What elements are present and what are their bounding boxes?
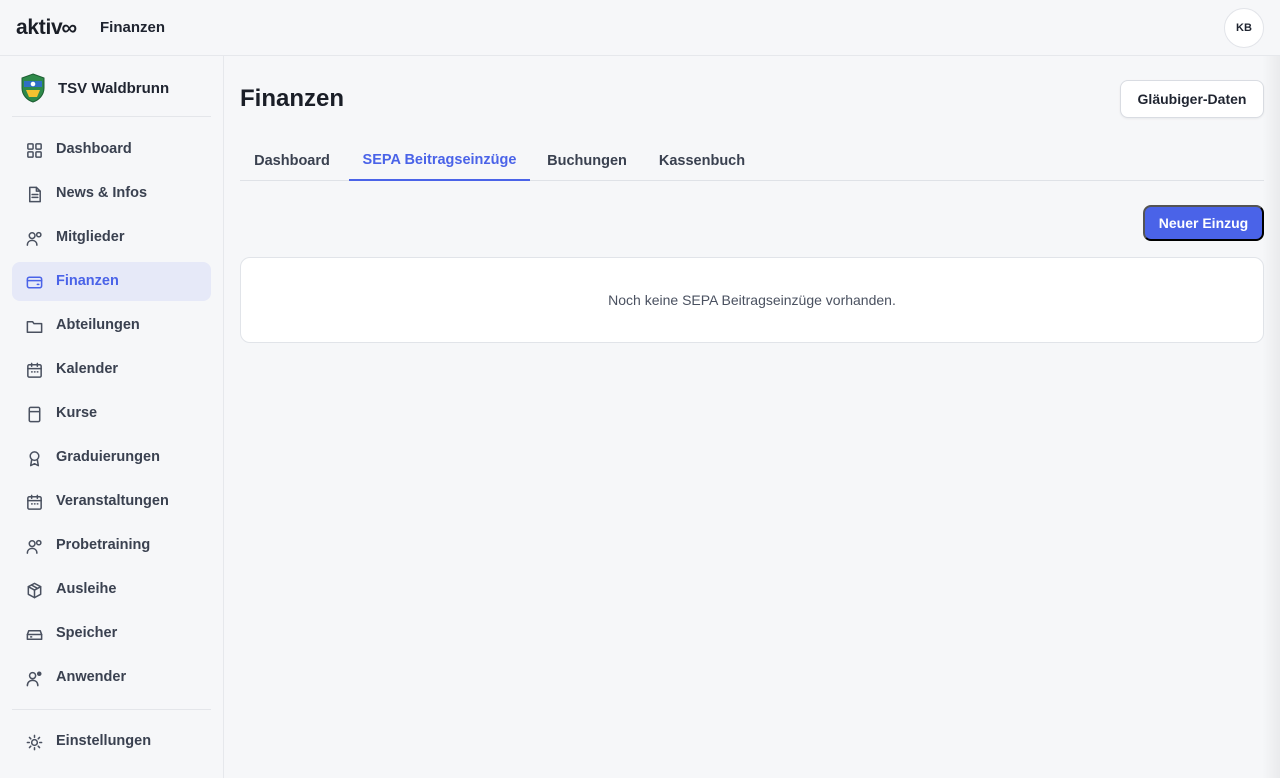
sidebar-item-graduierungen[interactable]: Graduierungen xyxy=(12,438,211,477)
club-crest-icon xyxy=(21,73,45,103)
tab-dashboard[interactable]: Dashboard xyxy=(240,140,344,181)
sidebar-item-finanzen[interactable]: Finanzen xyxy=(12,262,211,301)
grid-icon xyxy=(24,140,44,160)
sidebar-divider xyxy=(12,709,211,710)
users-icon xyxy=(24,228,44,248)
folder-icon xyxy=(24,316,44,336)
sidebar-item-speicher[interactable]: Speicher xyxy=(12,614,211,653)
sidebar-item-abteilungen[interactable]: Abteilungen xyxy=(12,306,211,345)
sidebar-item-dashboard[interactable]: Dashboard xyxy=(12,130,211,169)
top-bar: aktiv ∞ Finanzen KB xyxy=(0,0,1280,56)
brand-mark: ∞ xyxy=(61,15,77,40)
tab-sepa-beitragseinzuege[interactable]: SEPA Beitragseinzüge xyxy=(349,140,530,181)
sidebar-item-label: Einstellungen xyxy=(56,733,152,749)
scroll-shadow xyxy=(1262,56,1280,778)
sidebar: TSV Waldbrunn Dashboard News & Infos Mit… xyxy=(0,56,224,778)
sidebar-item-label: Speicher xyxy=(56,625,118,641)
brand-name: aktiv xyxy=(16,16,63,39)
sidebar-item-label: Anwender xyxy=(56,669,127,685)
book-icon xyxy=(24,404,44,424)
sidebar-item-label: Finanzen xyxy=(56,273,119,289)
sidebar-item-label: News & Infos xyxy=(56,185,148,201)
section-title: Finanzen xyxy=(100,19,166,36)
sidebar-item-label: Abteilungen xyxy=(56,317,140,333)
sidebar-item-kalender[interactable]: Kalender xyxy=(12,350,211,389)
empty-state-card: Noch keine SEPA Beitragseinzüge vorhande… xyxy=(240,257,1264,343)
calendar-icon xyxy=(24,360,44,380)
sidebar-item-label: Graduierungen xyxy=(56,449,160,465)
user-cog-icon xyxy=(24,668,44,688)
new-collection-button[interactable]: Neuer Einzug xyxy=(1143,205,1264,241)
sidebar-item-anwender[interactable]: Anwender xyxy=(12,658,211,697)
club-name: TSV Waldbrunn xyxy=(58,79,170,97)
app-logo[interactable]: aktiv ∞ xyxy=(16,14,77,42)
storage-icon xyxy=(24,624,44,644)
sidebar-item-einstellungen[interactable]: Einstellungen xyxy=(12,722,211,761)
sidebar-item-label: Mitglieder xyxy=(56,229,125,245)
calendar-icon xyxy=(24,492,44,512)
user-avatar[interactable]: KB xyxy=(1224,8,1264,48)
award-icon xyxy=(24,448,44,468)
finance-tabs: Dashboard SEPA Beitragseinzüge Buchungen… xyxy=(240,140,1264,181)
gear-icon xyxy=(24,732,44,752)
sidebar-item-probetraining[interactable]: Probetraining xyxy=(12,526,211,565)
sidebar-item-ausleihe[interactable]: Ausleihe xyxy=(12,570,211,609)
sidebar-item-news[interactable]: News & Infos xyxy=(12,174,211,213)
sidebar-item-kurse[interactable]: Kurse xyxy=(12,394,211,433)
tab-kassenbuch[interactable]: Kassenbuch xyxy=(650,140,754,181)
document-icon xyxy=(24,184,44,204)
package-icon xyxy=(24,580,44,600)
sidebar-item-label: Veranstaltungen xyxy=(56,493,169,509)
sidebar-item-label: Kalender xyxy=(56,361,119,377)
sidebar-item-veranstaltungen[interactable]: Veranstaltungen xyxy=(12,482,211,521)
sidebar-item-mitglieder[interactable]: Mitglieder xyxy=(12,218,211,257)
wallet-icon xyxy=(24,272,44,292)
sidebar-item-label: Kurse xyxy=(56,405,98,421)
sidebar-item-label: Ausleihe xyxy=(56,581,117,597)
sidebar-divider xyxy=(12,116,211,117)
page-title: Finanzen xyxy=(240,85,345,112)
tab-buchungen[interactable]: Buchungen xyxy=(538,140,636,181)
users-icon xyxy=(24,536,44,556)
empty-state-message: Noch keine SEPA Beitragseinzüge vorhande… xyxy=(608,292,896,308)
creditor-data-button[interactable]: Gläubiger-Daten xyxy=(1120,80,1264,118)
sidebar-item-label: Probetraining xyxy=(56,537,151,553)
club-header[interactable]: TSV Waldbrunn xyxy=(20,73,170,103)
sidebar-item-label: Dashboard xyxy=(56,141,132,157)
